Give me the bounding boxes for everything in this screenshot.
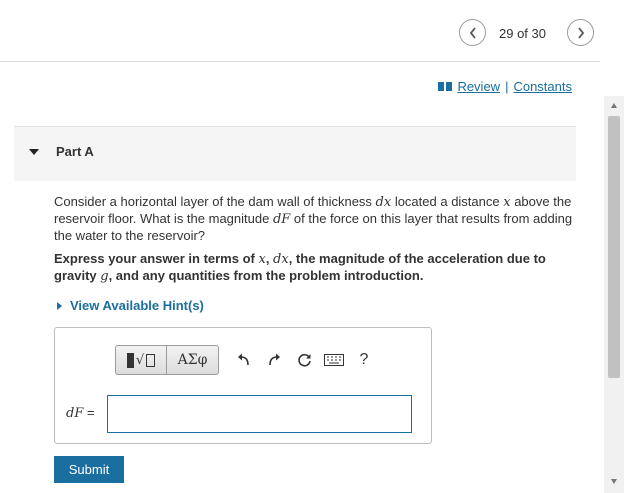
expand-caret-icon [57, 301, 62, 310]
top-navigation-bar: 29 of 30 [0, 0, 600, 62]
resource-links: Review | Constants [438, 79, 572, 94]
previous-item-button[interactable] [459, 19, 486, 46]
scrollbar-thumb[interactable] [608, 116, 620, 378]
chevron-left-icon [469, 26, 476, 39]
keyboard-button[interactable] [319, 345, 349, 375]
undo-button[interactable] [229, 345, 259, 375]
hints-label: View Available Hint(s) [70, 298, 204, 313]
templates-button[interactable]: √ [115, 345, 167, 375]
sqrt-icon: √ [135, 352, 145, 368]
next-item-button[interactable] [567, 19, 594, 46]
redo-icon [269, 353, 280, 366]
answer-instructions: Express your answer in terms of x, dx, t… [54, 251, 546, 284]
vertical-scrollbar[interactable] [604, 96, 624, 493]
answer-variable-label: dF = [66, 405, 95, 421]
book-icon [438, 82, 453, 91]
submit-button[interactable]: Submit [54, 456, 124, 483]
item-pager: 29 of 30 [499, 26, 546, 41]
link-separator: | [505, 79, 509, 94]
template-box-icon [146, 353, 156, 367]
part-a-header[interactable]: Part A [14, 126, 576, 181]
greek-symbols-button[interactable]: ΑΣφ [167, 345, 219, 375]
chevron-right-icon [577, 26, 584, 39]
reset-button[interactable] [289, 345, 319, 375]
math-toolbar: √ ΑΣφ ? [115, 345, 379, 375]
undo-icon [238, 353, 249, 366]
scroll-up-arrow-icon[interactable] [611, 103, 617, 108]
keyboard-icon [324, 354, 344, 366]
constants-link[interactable]: Constants [513, 79, 572, 94]
view-hints-toggle[interactable]: View Available Hint(s) [57, 298, 204, 313]
question-text: Consider a horizontal layer of the dam w… [54, 194, 573, 243]
help-button[interactable]: ? [349, 345, 379, 375]
collapse-caret-icon[interactable] [29, 149, 39, 155]
scroll-down-arrow-icon[interactable] [611, 479, 617, 484]
redo-button[interactable] [259, 345, 289, 375]
reset-icon [297, 353, 311, 367]
template-button-group: √ ΑΣφ [115, 345, 219, 375]
review-link[interactable]: Review [457, 79, 500, 94]
answer-input[interactable] [107, 395, 412, 433]
template-block-icon [126, 352, 134, 368]
answer-panel: √ ΑΣφ ? dF = [54, 327, 432, 444]
part-title: Part A [56, 144, 94, 159]
